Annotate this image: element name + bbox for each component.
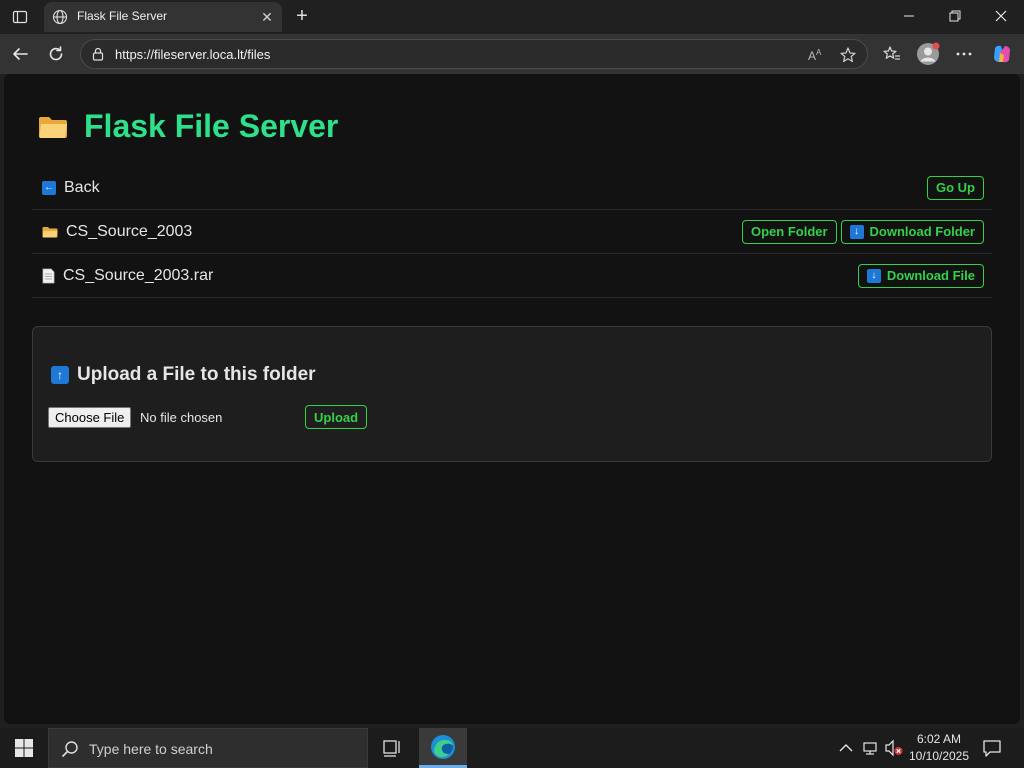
folder-icon — [38, 115, 68, 139]
taskbar: Type here to search 6:02 AM 10/10/2025 — [0, 728, 1024, 768]
list-item-folder: CS_Source_2003 Open Folder ↓ Download Fo… — [32, 210, 992, 254]
file-list: ← Back Go Up CS_Source_2003 Open Folder … — [32, 166, 992, 298]
taskbar-search[interactable]: Type here to search — [48, 728, 368, 768]
favorites-icon[interactable] — [878, 40, 906, 68]
favorite-star-icon[interactable] — [837, 44, 859, 66]
url-text[interactable]: https://fileserver.loca.lt/files — [115, 47, 270, 62]
tab-bar: Flask File Server ✕ + — [0, 0, 1024, 34]
more-options-icon[interactable] — [950, 40, 978, 68]
close-window-icon[interactable] — [986, 4, 1016, 28]
back-arrow-icon[interactable]: ← — [42, 180, 56, 195]
lock-icon[interactable] — [91, 47, 105, 61]
download-arrow-icon: ↓ — [849, 224, 864, 239]
notifications-icon[interactable] — [980, 736, 1004, 760]
folder-link[interactable]: CS_Source_2003 — [66, 223, 192, 241]
download-folder-button[interactable]: ↓ Download Folder — [840, 219, 984, 244]
back-link[interactable]: Back — [64, 179, 100, 197]
download-file-label: Download File — [886, 268, 975, 283]
upload-title: Upload a File to this folder — [77, 364, 316, 385]
volume-muted-icon[interactable] — [884, 728, 904, 768]
search-placeholder: Type here to search — [89, 741, 213, 757]
refresh-icon[interactable] — [42, 40, 70, 68]
no-file-chosen-text: No file chosen — [140, 410, 223, 425]
globe-icon — [52, 9, 68, 25]
minimize-icon[interactable] — [894, 4, 924, 28]
back-arrow-icon[interactable] — [6, 40, 34, 68]
show-hidden-icons-icon[interactable] — [838, 728, 854, 768]
upload-header: ↑ Upload a File to this folder — [51, 364, 316, 386]
svg-text:A: A — [808, 49, 816, 63]
taskbar-clock[interactable]: 6:02 AM 10/10/2025 — [906, 731, 972, 765]
address-bar[interactable]: https://fileserver.loca.lt/files AA — [80, 39, 868, 69]
page-title: Flask File Server — [84, 108, 339, 144]
list-item-file: CS_Source_2003.rar ↓ Download File — [32, 254, 992, 298]
upload-button[interactable]: Upload — [305, 405, 368, 429]
file-icon — [42, 268, 55, 283]
edge-taskbar-icon[interactable] — [419, 728, 467, 768]
open-folder-button[interactable]: Open Folder — [741, 219, 837, 244]
close-tab-icon[interactable]: ✕ — [258, 8, 276, 26]
task-view-icon[interactable] — [378, 736, 406, 760]
upload-arrow-icon: ↑ — [51, 366, 69, 384]
list-item-back: ← Back Go Up — [32, 166, 992, 210]
network-icon[interactable] — [862, 728, 880, 768]
download-file-button[interactable]: ↓ Download File — [857, 263, 984, 288]
download-arrow-icon: ↓ — [866, 268, 881, 283]
clock-date: 10/10/2025 — [908, 749, 970, 763]
upload-card: ↑ Upload a File to this folder Choose Fi… — [32, 326, 992, 462]
copilot-icon[interactable] — [988, 40, 1016, 68]
navigation-bar: https://fileserver.loca.lt/files AA — [0, 34, 1024, 74]
browser-tab[interactable]: Flask File Server ✕ — [44, 2, 282, 32]
choose-file-button[interactable]: Choose File — [48, 407, 132, 428]
page-header: Flask File Server — [38, 108, 338, 145]
new-tab-button[interactable]: + — [290, 5, 314, 27]
folder-icon — [42, 226, 58, 237]
svg-text:A: A — [816, 48, 822, 57]
restore-icon[interactable] — [940, 4, 970, 28]
page-viewport: Flask File Server ← Back Go Up CS_Source… — [4, 74, 1020, 724]
search-icon — [61, 741, 78, 758]
tab-title: Flask File Server — [77, 9, 168, 23]
clock-time: 6:02 AM — [916, 732, 962, 746]
file-link[interactable]: CS_Source_2003.rar — [63, 267, 213, 285]
go-up-button[interactable]: Go Up — [927, 175, 984, 200]
tab-actions-icon[interactable] — [8, 6, 32, 28]
windows-start-icon[interactable] — [0, 728, 48, 768]
download-folder-label: Download Folder — [869, 224, 975, 239]
profile-avatar-icon[interactable] — [914, 40, 942, 68]
read-aloud-icon[interactable]: AA — [805, 44, 827, 66]
